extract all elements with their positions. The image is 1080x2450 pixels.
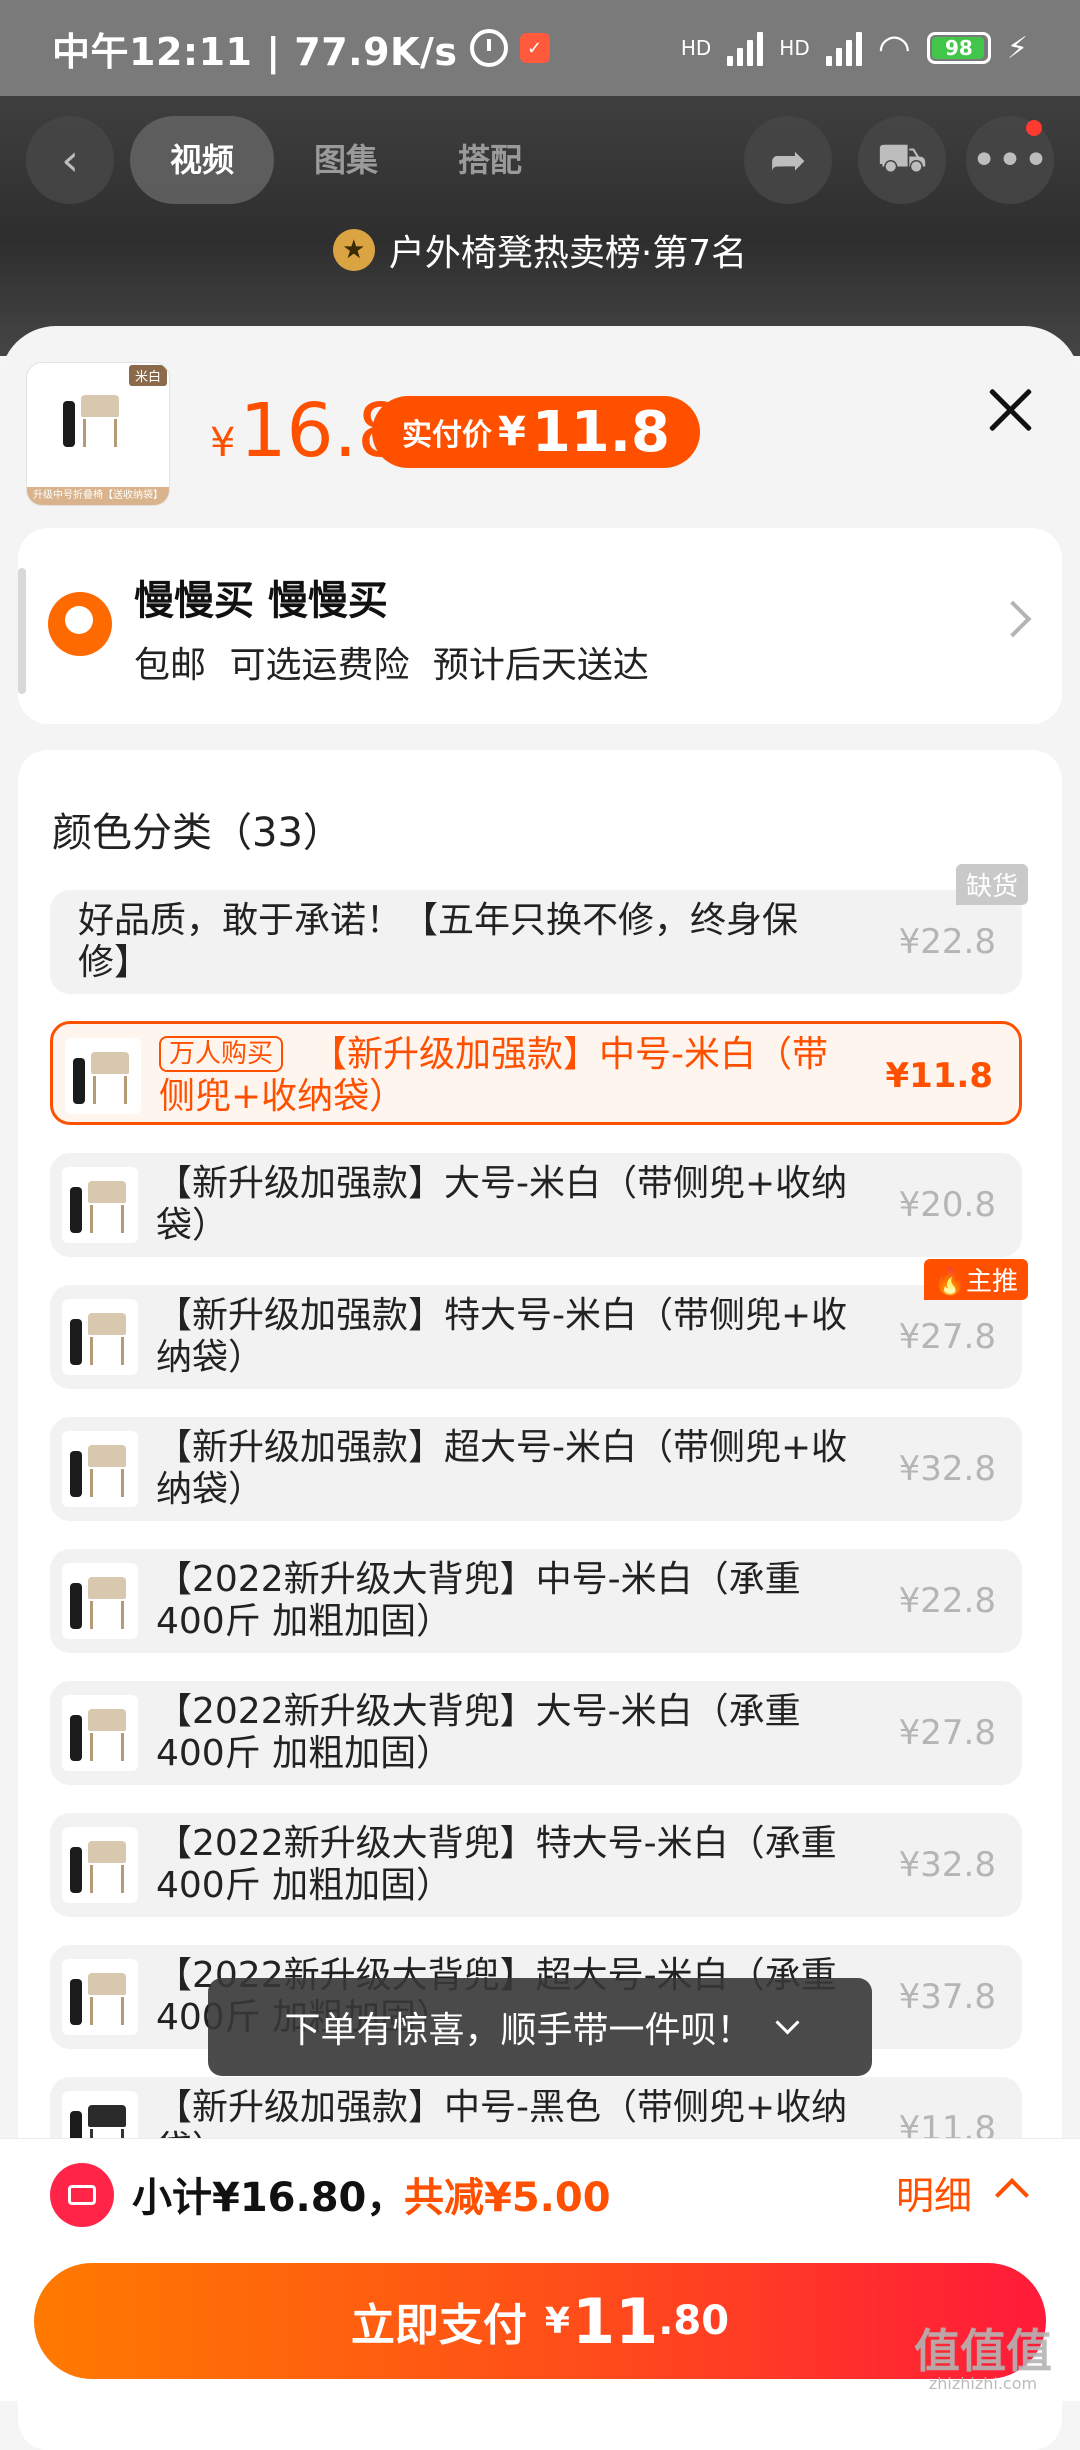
signal-icon-2 xyxy=(825,30,862,66)
cart-icon: ⛟ xyxy=(876,134,928,181)
variant-heading: 颜色分类（33） xyxy=(52,810,343,856)
network-label: HD xyxy=(680,36,712,60)
variant-option[interactable]: 【2022新升级大背兜】中号-米白（承重400斤 加粗加固） ¥22.8 xyxy=(50,1549,1022,1653)
status-bar: 中午12:11 | 77.9K/s ✓ HD HD ◠ 98 ⚡ xyxy=(0,0,1080,96)
pay-amount-integer: 11 xyxy=(571,2284,659,2358)
share-icon: ➦ xyxy=(769,134,807,186)
wifi-icon: ◠ xyxy=(877,26,911,70)
sku-selector-sheet: 米白 升级中号折叠椅【送收纳袋】 ¥ 16.8 实付价 ¥ 11.8 慢慢买 慢… xyxy=(0,326,1080,2450)
real-price-label: 实付价 xyxy=(402,418,492,453)
thumb-caption: 升级中号折叠椅【送收纳袋】 xyxy=(27,487,169,505)
variant-option[interactable]: 【新升级加强款】大号-米白（带侧兜+收纳袋） ¥20.8 xyxy=(50,1153,1022,1257)
variant-option[interactable]: 【2022新升级大背兜】特大号-米白（承重400斤 加粗加固） ¥32.8 xyxy=(50,1813,1022,1917)
signal-icon xyxy=(727,30,764,66)
variant-name: 【2022新升级大背兜】中号-米白（承重400斤 加粗加固） xyxy=(156,1559,801,1642)
address-card-edge xyxy=(18,568,26,694)
alarm-icon xyxy=(469,29,508,67)
battery-icon: 98 xyxy=(926,32,991,64)
variant-price: ¥11.8 xyxy=(885,1056,993,1096)
watermark-main: 值值值 xyxy=(914,2324,1052,2378)
variant-price: ¥27.8 xyxy=(898,1317,996,1357)
variant-thumbnail xyxy=(62,1695,138,1771)
chevron-up-icon[interactable] xyxy=(995,2178,1029,2212)
coupon-icon xyxy=(50,2163,114,2227)
popular-badge: 万人购买 xyxy=(159,1036,284,1072)
variant-name: 好品质，敢于承诺！【五年只换不修，终身保修】 xyxy=(78,900,799,983)
charging-icon: ⚡ xyxy=(1006,30,1028,66)
site-watermark: 值值值 zhizhizhi.com xyxy=(914,2327,1052,2393)
real-price-value: 11.8 xyxy=(531,399,671,465)
variant-thumbnail xyxy=(62,1431,138,1507)
variant-price: ¥37.8 xyxy=(898,1977,996,2017)
watermark-sub: zhizhizhi.com xyxy=(928,2374,1038,2393)
details-link[interactable]: 明细 xyxy=(896,2165,972,2220)
delivery-info: 包邮 可选运费险 预计后天送达 xyxy=(134,645,649,686)
pay-label: 立即支付 xyxy=(350,2300,527,2351)
variant-price: ¥32.8 xyxy=(898,1449,996,1489)
variant-name: 【新升级加强款】超大号-米白（带侧兜+收纳袋） xyxy=(156,1427,848,1510)
variant-thumbnail xyxy=(62,1167,138,1243)
variant-price: ¥32.8 xyxy=(898,1845,996,1885)
variant-text: 万人购买 【新升级加强款】中号-米白（带侧兜+收纳袋） xyxy=(159,1034,859,1118)
close-icon[interactable] xyxy=(982,382,1038,438)
variant-price: ¥22.8 xyxy=(898,1581,996,1621)
variant-option[interactable]: 缺货 好品质，敢于承诺！【五年只换不修，终身保修】 ¥22.8 xyxy=(50,864,1028,994)
real-price-currency: ¥ xyxy=(498,409,526,455)
variant-thumbnail xyxy=(65,1038,141,1114)
more-icon: ••• xyxy=(971,134,1049,186)
back-arrow-icon: ‹ xyxy=(61,134,79,186)
price-currency: ¥ xyxy=(210,420,236,466)
variant-name: 【新升级加强款】大号-米白（带侧兜+收纳袋） xyxy=(156,1163,848,1246)
variant-option[interactable]: 🔥主推 【新升级加强款】特大号-米白（带侧兜+收纳袋） ¥27.8 xyxy=(50,1259,1028,1389)
product-thumbnail[interactable]: 米白 升级中号折叠椅【送收纳袋】 xyxy=(26,362,170,506)
checkout-bar: 小计¥16.80， 共减¥5.00 明细 立即支付 ¥ 11 .80 值值值 z… xyxy=(0,2138,1080,2401)
promo-toast[interactable]: 下单有惊喜，顺手带一件呗！ xyxy=(208,1978,872,2076)
network-label-2: HD xyxy=(779,36,810,60)
battery-level: 98 xyxy=(945,36,973,60)
variant-price: ¥27.8 xyxy=(898,1713,996,1753)
pay-amount-decimal: .80 xyxy=(658,2298,730,2344)
variant-thumbnail xyxy=(62,1827,138,1903)
notification-dot xyxy=(1026,120,1042,136)
thumb-color-badge: 米白 xyxy=(128,365,167,386)
variant-option-selected[interactable]: 万人购买 【新升级加强款】中号-米白（带侧兜+收纳袋） ¥11.8 xyxy=(50,1021,1022,1125)
subtotal-text: 小计¥16.80， xyxy=(132,2175,407,2221)
app-notification-icon: ✓ xyxy=(519,33,550,63)
location-pin-icon xyxy=(48,592,112,656)
share-button[interactable]: ➦ xyxy=(744,116,832,204)
chair-image xyxy=(55,381,145,471)
rank-banner[interactable]: 户外椅凳热卖榜·第7名 xyxy=(0,222,1080,278)
status-time: 中午12:11 | 77.9K/s xyxy=(52,29,458,74)
variant-price: ¥20.8 xyxy=(898,1185,996,1225)
rank-medal-icon xyxy=(332,229,375,271)
variant-thumbnail xyxy=(62,1563,138,1639)
variant-name: 【新升级加强款】特大号-米白（带侧兜+收纳袋） xyxy=(156,1295,848,1378)
chevron-right-icon xyxy=(994,600,1032,638)
chevron-down-icon xyxy=(774,2009,800,2035)
address-card[interactable]: 慢慢买 慢慢买 包邮 可选运费险 预计后天送达 xyxy=(18,528,1062,724)
toast-text: 下单有惊喜，顺手带一件呗！ xyxy=(284,2010,753,2051)
rank-text: 户外椅凳热卖榜·第7名 xyxy=(388,233,748,274)
variant-name: 【2022新升级大背兜】特大号-米白（承重400斤 加粗加固） xyxy=(156,1823,837,1906)
back-button[interactable]: ‹ xyxy=(26,116,114,204)
tab-gallery[interactable]: 图集 xyxy=(274,116,418,204)
tab-match[interactable]: 搭配 xyxy=(418,116,562,204)
variant-price: ¥22.8 xyxy=(898,922,996,962)
pay-currency: ¥ xyxy=(544,2300,570,2342)
variant-thumbnail xyxy=(62,1299,138,1375)
discount-text: 共减¥5.00 xyxy=(404,2175,611,2221)
real-price-badge: 实付价 ¥ 11.8 xyxy=(372,396,701,468)
variant-option[interactable]: 【新升级加强款】超大号-米白（带侧兜+收纳袋） ¥32.8 xyxy=(50,1417,1022,1521)
media-tabs: 视频 图集 搭配 xyxy=(130,116,562,204)
variant-thumbnail xyxy=(62,1959,138,2035)
address-recipient: 慢慢买 慢慢买 xyxy=(134,578,388,624)
cart-button[interactable]: ⛟ xyxy=(858,116,946,204)
tab-video[interactable]: 视频 xyxy=(130,116,275,204)
variant-name: 【2022新升级大背兜】大号-米白（承重400斤 加粗加固） xyxy=(156,1691,801,1774)
pay-now-button[interactable]: 立即支付 ¥ 11 .80 xyxy=(34,2263,1046,2379)
variant-option[interactable]: 【2022新升级大背兜】大号-米白（承重400斤 加粗加固） ¥27.8 xyxy=(50,1681,1022,1785)
